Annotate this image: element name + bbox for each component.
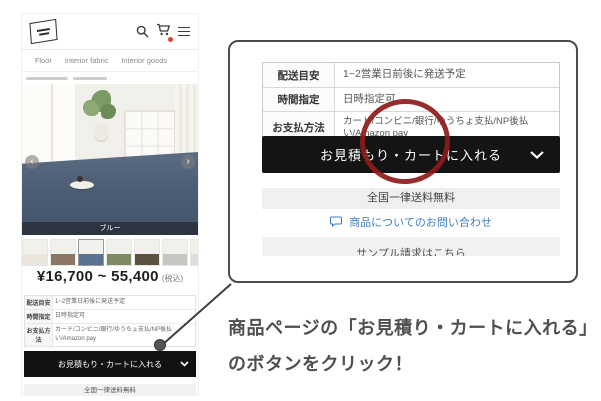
color-thumbnails <box>22 239 198 266</box>
chevron-down-icon <box>530 151 544 159</box>
color-thumbnail-4[interactable] <box>134 239 160 266</box>
caption-line-1: 商品ページの「お見積り・カートに入れる」 <box>228 310 593 346</box>
color-thumbnail-0[interactable] <box>22 239 48 266</box>
color-thumbnail-2[interactable] <box>78 239 104 266</box>
nav-item-interior-fabric[interactable]: Interior fabric <box>65 56 109 65</box>
free-shipping-banner-zoomed: 全国一律送料無料 <box>262 188 560 209</box>
plant <box>87 90 117 142</box>
screenshot-stage: Floor Interior fabric Interior goods ‹ ›… <box>0 0 601 401</box>
carousel-next-icon[interactable]: › <box>181 155 195 169</box>
info-label: 時間指定 <box>25 310 53 323</box>
clipped-text-row <box>22 72 198 84</box>
price-tax-note: (税込) <box>162 273 183 284</box>
color-caption: ブルー <box>22 222 198 235</box>
price-amount: ¥16,700 ~ 55,400 <box>37 268 159 285</box>
free-shipping-banner: 全国一律送料無料 <box>24 384 196 395</box>
info-label: 配送目安 <box>25 296 53 309</box>
info-label: 配送目安 <box>263 63 335 87</box>
shop-logo-icon[interactable] <box>29 19 57 44</box>
nav-item-floor[interactable]: Floor <box>35 56 52 65</box>
info-value: 日時指定可 <box>53 310 195 323</box>
shop-header <box>22 14 198 50</box>
caption-line-2: のボタンをクリック！ <box>228 346 593 382</box>
color-thumbnail-1[interactable] <box>50 239 76 266</box>
info-value: 日時指定可 <box>335 89 559 110</box>
add-to-cart-button[interactable]: お見積もり・カートに入れる <box>24 351 196 377</box>
info-label: 時間指定 <box>263 88 335 111</box>
sample-request-banner-clipped[interactable]: サンプル請求はこちら <box>262 237 560 256</box>
tray <box>70 181 94 189</box>
product-info-table: 配送目安 1~2営業日前後に発送予定 時間指定 日時指定可 お支払方法 カード/… <box>24 295 196 347</box>
add-to-cart-button-zoomed[interactable]: お見積もり・カートに入れる <box>262 136 560 173</box>
zoom-callout-panel: 配送目安 1~2営業日前後に発送予定 時間指定 日時指定可 お支払方法 カード/… <box>228 40 578 283</box>
carousel-prev-icon[interactable]: ‹ <box>25 155 39 169</box>
chat-bubble-icon <box>330 216 342 227</box>
info-value: 1~2営業日前後に発送予定 <box>335 64 559 85</box>
menu-icon[interactable] <box>178 27 190 37</box>
info-label: お支払方法 <box>25 324 53 346</box>
color-thumbnail-6[interactable] <box>190 239 198 266</box>
info-value: 1~2営業日前後に発送予定 <box>53 296 195 309</box>
color-thumbnail-3[interactable] <box>106 239 132 266</box>
cart-icon[interactable] <box>156 23 171 41</box>
color-thumbnail-5[interactable] <box>162 239 188 266</box>
cart-badge <box>168 37 173 42</box>
inquiry-link-zoomed[interactable]: 商品についてのお問い合わせ <box>262 214 560 230</box>
cup <box>77 176 83 182</box>
nav-item-interior-goods[interactable]: Interior goods <box>121 56 167 65</box>
product-info-table-zoomed: 配送目安 1~2営業日前後に発送予定 時間指定 日時指定可 お支払方法 カード/… <box>262 62 560 145</box>
product-page-mockup: Floor Interior fabric Interior goods ‹ ›… <box>22 14 198 395</box>
category-nav: Floor Interior fabric Interior goods <box>22 50 198 72</box>
search-icon[interactable] <box>136 25 149 38</box>
instruction-caption: 商品ページの「お見積り・カートに入れる」 のボタンをクリック！ <box>228 310 593 382</box>
product-photo: ‹ › ブルー <box>22 84 198 235</box>
info-value: カード/コンビニ/銀行/ゆうちょ支払/NP後払い/Amazon pay <box>53 324 195 346</box>
chevron-down-icon <box>180 361 189 367</box>
price: ¥16,700 ~ 55,400 (税込) <box>22 268 198 294</box>
